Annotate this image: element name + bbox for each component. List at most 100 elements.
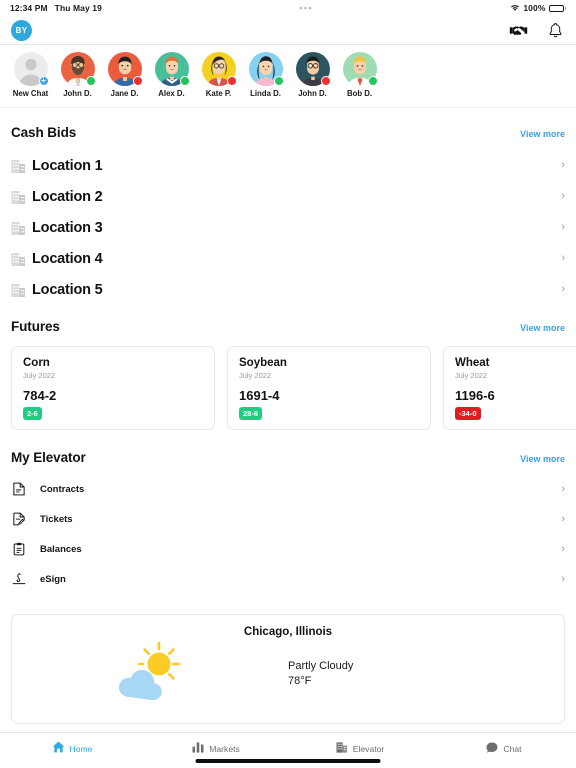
my-elevator-header: My Elevator View more <box>0 450 576 465</box>
status-badge-online <box>367 76 378 86</box>
tab-label-home: Home <box>69 744 93 754</box>
futures-card-corn[interactable]: Corn July 2022 784-2 2-6 <box>11 346 215 430</box>
status-badge-busy <box>226 76 237 86</box>
avatar-wrap <box>60 52 96 86</box>
futures-view-more-link[interactable]: View more <box>520 323 565 333</box>
tab-home[interactable]: Home <box>0 740 144 758</box>
futures-card-soybean[interactable]: Soybean July 2022 1691-4 28-6 <box>227 346 431 430</box>
cash-bid-row-3[interactable]: Location 3 › <box>0 212 576 243</box>
building-icon <box>11 251 26 267</box>
avatar-initials-label: BY <box>15 25 28 35</box>
dynamic-island-dots: ••• <box>299 2 314 13</box>
status-bar-left: 12:34 PM Thu May 19 <box>10 3 102 13</box>
cash-bids-header: Cash Bids View more <box>0 125 576 140</box>
weather-condition-label: Partly Cloudy <box>288 660 354 672</box>
avatar-wrap <box>342 52 378 86</box>
futures-month-label: July 2022 <box>239 371 272 380</box>
status-badge-online <box>85 76 96 86</box>
chat-person-label: Linda D. <box>250 89 281 98</box>
chevron-right-icon: › <box>561 159 565 171</box>
chat-person-7[interactable]: Bob D. <box>336 52 383 98</box>
chat-person-4[interactable]: Kate P. <box>195 52 242 98</box>
chevron-right-icon: › <box>561 572 565 585</box>
chevron-right-icon: › <box>561 542 565 555</box>
chat-person-label: New Chat <box>12 89 49 98</box>
chevron-right-icon: › <box>561 482 565 495</box>
cash-bid-row-5[interactable]: Location 5 › <box>0 274 576 305</box>
status-bar-center: ••• <box>102 2 510 13</box>
tab-elevator[interactable]: Elevator <box>288 740 432 758</box>
futures-header: Futures View more <box>0 319 576 334</box>
chat-person-new[interactable]: + New Chat <box>7 52 54 98</box>
futures-month-label: July 2022 <box>23 371 56 380</box>
futures-price-value: 1691-4 <box>239 388 280 403</box>
elevator-item-tickets[interactable]: Tickets › <box>0 504 576 534</box>
building-icon <box>11 189 26 205</box>
cash-bid-row-2[interactable]: Location 2 › <box>0 181 576 212</box>
weather-body: Partly Cloudy 78°F <box>12 640 564 707</box>
building-icon <box>336 740 348 758</box>
signature-icon <box>11 573 26 585</box>
cash-bid-row-1[interactable]: Location 1 › <box>0 150 576 181</box>
futures-card-wheat[interactable]: Wheat July 2022 1196-6 -34-0 <box>443 346 576 430</box>
status-time: 12:34 PM <box>10 3 48 13</box>
home-icon <box>52 740 65 758</box>
chat-person-2[interactable]: Jane D. <box>101 52 148 98</box>
chat-person-5[interactable]: Linda D. <box>242 52 289 98</box>
chat-bubble-icon <box>486 740 498 758</box>
cash-bids-view-more-link[interactable]: View more <box>520 129 565 139</box>
status-bar: 12:34 PM Thu May 19 ••• 100% <box>0 0 576 16</box>
elevator-item-balances[interactable]: Balances › <box>0 534 576 564</box>
chat-person-label: Jane D. <box>110 89 139 98</box>
chat-person-label: Kate P. <box>205 89 232 98</box>
cash-bid-location-label: Location 2 <box>32 188 103 205</box>
avatar-wrap <box>154 52 190 86</box>
elevator-item-esign[interactable]: eSign › <box>0 564 576 594</box>
clipboard-icon <box>11 542 26 556</box>
chevron-right-icon: › <box>561 221 565 233</box>
futures-carousel[interactable]: Corn July 2022 784-2 2-6 Soybean July 20… <box>0 346 576 430</box>
chat-avatar-strip[interactable]: + New Chat John D. Jane D. Alex D. Kate … <box>0 45 576 108</box>
avatar[interactable]: BY <box>11 19 32 41</box>
page-title-futures: Futures <box>11 319 60 334</box>
main-scroll-area[interactable]: Cash Bids View more Location 1 › Locatio… <box>0 108 576 732</box>
chat-person-label: John D. <box>63 89 92 98</box>
elevator-item-contracts[interactable]: Contracts › <box>0 474 576 504</box>
tab-markets[interactable]: Markets <box>144 740 288 758</box>
avatar-wrap <box>201 52 237 86</box>
futures-month-label: July 2022 <box>455 371 488 380</box>
chat-person-6[interactable]: John D. <box>289 52 336 98</box>
tab-chat[interactable]: Chat <box>432 740 576 758</box>
cash-bid-location-label: Location 1 <box>32 157 103 174</box>
document-icon <box>11 482 26 496</box>
chat-person-3[interactable]: Alex D. <box>148 52 195 98</box>
elevator-item-label: Contracts <box>40 483 85 495</box>
bell-icon[interactable] <box>545 20 565 40</box>
elevator-item-label: Tickets <box>40 513 73 525</box>
chat-person-1[interactable]: John D. <box>54 52 101 98</box>
avatar-wrap: + <box>13 52 49 86</box>
page-title-cash-bids: Cash Bids <box>11 125 77 140</box>
futures-change-badge: 28-6 <box>239 407 263 420</box>
status-bar-right: 100% <box>510 3 566 13</box>
wifi-icon <box>510 4 520 12</box>
weather-city-label: Chicago, Illinois <box>243 626 333 638</box>
add-badge-icon: + <box>38 76 49 86</box>
weather-temperature-label: 78°F <box>288 675 312 687</box>
avatar-wrap <box>248 52 284 86</box>
weather-card[interactable]: Chicago, Illinois Partly Cloudy 78°F <box>11 614 565 724</box>
battery-full-icon <box>548 4 566 12</box>
cash-bid-row-4[interactable]: Location 4 › <box>0 243 576 274</box>
status-date: Thu May 19 <box>54 3 102 13</box>
chevron-right-icon: › <box>561 512 565 525</box>
cash-bid-location-label: Location 5 <box>32 281 103 298</box>
futures-change-badge: 2-6 <box>23 407 42 420</box>
home-indicator <box>195 759 381 763</box>
chevron-right-icon: › <box>561 283 565 295</box>
futures-commodity-label: Soybean <box>239 357 287 369</box>
cash-bid-location-label: Location 3 <box>32 219 103 236</box>
handshake-icon[interactable] <box>508 20 528 40</box>
chevron-right-icon: › <box>561 252 565 264</box>
my-elevator-view-more-link[interactable]: View more <box>520 454 565 464</box>
battery-percent-label: 100% <box>523 3 546 13</box>
